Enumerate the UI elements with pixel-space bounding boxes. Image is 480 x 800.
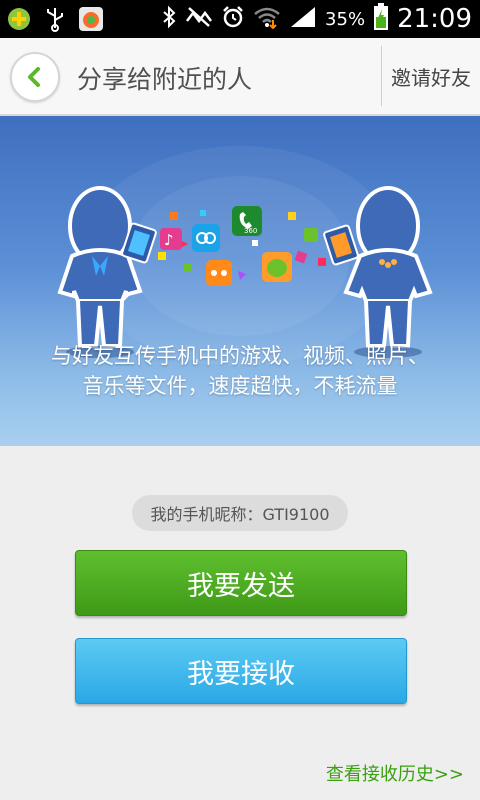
signal-icon [289, 5, 317, 33]
bluetooth-icon [161, 5, 177, 33]
clock: 21:09 [397, 4, 472, 34]
page-title: 分享给附近的人 [77, 65, 253, 94]
status-bar: 35% 21:09 [0, 0, 480, 38]
mute-icon [185, 5, 213, 33]
hero-banner: ♪ 360 与好友互传手机中的游戏、视频、照片、 音乐等文件，速度超快，不耗流量 [0, 116, 480, 446]
invite-friends-button[interactable]: 邀请好友 [381, 46, 480, 106]
usb-icon [42, 6, 68, 32]
receive-button[interactable]: 我要接收 [75, 638, 407, 704]
nickname-badge: 我的手机昵称：GTI9100 [132, 495, 348, 531]
back-button[interactable] [10, 52, 60, 102]
nickname-label: 我的手机昵称：GTI9100 [150, 505, 330, 524]
view-history-link[interactable]: 查看接收历史>> [326, 760, 464, 786]
hero-text-line-2: 音乐等文件，速度超快，不耗流量 [82, 374, 398, 398]
hero-description: 与好友互传手机中的游戏、视频、照片、 音乐等文件，速度超快，不耗流量 [0, 341, 480, 401]
battery-percent: 35% [325, 8, 366, 30]
wifi-icon [253, 5, 281, 33]
send-button[interactable]: 我要发送 [75, 550, 407, 616]
back-arrow-icon [28, 67, 40, 87]
alarm-icon [221, 5, 245, 33]
top-header: 分享给附近的人 邀请好友 [0, 38, 480, 116]
app-notification-icon [78, 6, 104, 32]
hero-text-line-1: 与好友互传手机中的游戏、视频、照片、 [51, 344, 429, 368]
battery-icon [373, 3, 389, 35]
svg-text:360: 360 [244, 227, 257, 235]
addon-icon [6, 6, 32, 32]
svg-text:♪: ♪ [164, 231, 174, 249]
